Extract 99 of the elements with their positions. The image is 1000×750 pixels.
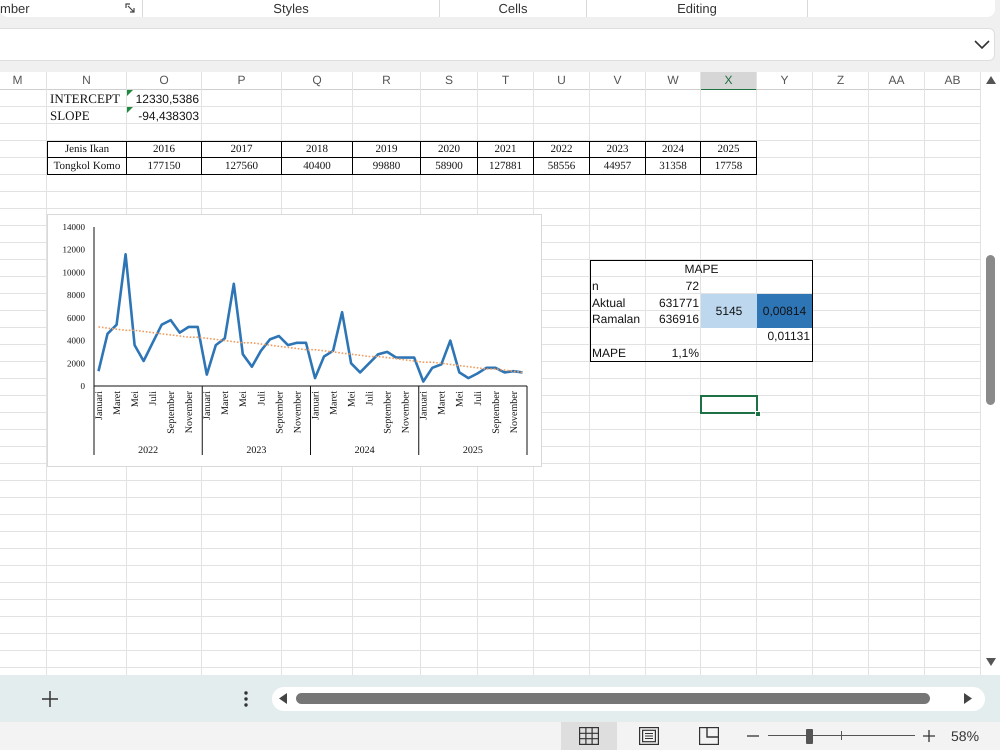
chevron-down-icon[interactable] xyxy=(974,40,990,49)
caret-left-icon[interactable] xyxy=(279,693,287,704)
vertical-dots-icon xyxy=(244,690,248,706)
x-tick-label: Januari xyxy=(418,391,430,420)
x-tick-label: Januari xyxy=(310,391,322,420)
table-cell: 44957 xyxy=(590,158,646,175)
x-tick-label: September xyxy=(382,391,394,434)
stat-value: -94,438303 xyxy=(138,108,199,124)
row-label: Ramalan xyxy=(591,311,642,328)
caret-up-icon[interactable] xyxy=(986,76,996,84)
zoom-level-text: 58% xyxy=(951,727,980,746)
stat-label: SLOPE xyxy=(49,107,91,124)
x-tick-label: Mei xyxy=(130,391,141,408)
header-cell: 2019 xyxy=(353,141,421,158)
minus-icon xyxy=(747,735,759,737)
table-cell: 40400 xyxy=(282,158,353,175)
page-icon xyxy=(639,727,659,745)
x-tick-label: November xyxy=(400,391,412,434)
highlighted-cell: 0,00814 xyxy=(757,294,812,328)
header-cell: 2025 xyxy=(701,141,757,158)
dialog-launcher-icon[interactable] xyxy=(125,3,135,13)
scrollbar-thumb[interactable] xyxy=(986,255,995,405)
header-cell: Jenis Ikan xyxy=(47,141,127,158)
x-tick-label: Juli xyxy=(472,391,484,406)
caret-down-icon[interactable] xyxy=(986,658,996,666)
table-cell: 177150 xyxy=(127,158,202,175)
y-tick-label: 2000 xyxy=(67,358,85,368)
x-tick-label: Maret xyxy=(112,391,123,415)
x-tick-label: September xyxy=(166,391,178,434)
y-tick-label: 0 xyxy=(80,381,85,391)
x-tick-label: Mei xyxy=(454,391,466,408)
x-tick-label: Juli xyxy=(256,391,268,406)
group-label: Cells xyxy=(498,1,528,16)
x-tick-label: Maret xyxy=(328,391,340,415)
stat-label: INTERCEPT xyxy=(49,90,122,107)
header-cell: 2020 xyxy=(421,141,478,158)
header-cell: 2018 xyxy=(282,141,353,158)
table-cell-text: 0,01131 xyxy=(766,328,811,344)
horizontal-scrollbar[interactable] xyxy=(272,686,985,710)
table-cell: 58900 xyxy=(421,158,478,175)
grid-icon xyxy=(579,727,599,745)
year-label: 2023 xyxy=(246,445,266,456)
header-cell: 2021 xyxy=(478,141,534,158)
table-title: MAPE xyxy=(683,261,720,278)
caret-right-icon[interactable] xyxy=(964,693,972,704)
split-page-icon xyxy=(699,727,719,745)
plus-icon xyxy=(42,690,58,706)
header-cell: 2017 xyxy=(202,141,282,158)
row-label: MAPE xyxy=(591,344,628,361)
table-cell: Tongkol Komo xyxy=(47,158,127,175)
table-cell: 17758 xyxy=(701,158,757,175)
scrollbar-thumb[interactable] xyxy=(296,693,930,704)
row-label: n xyxy=(591,278,600,294)
x-tick-label: September xyxy=(490,391,502,434)
header-cell: 2024 xyxy=(646,141,701,158)
x-tick-label: November xyxy=(184,391,196,434)
header-cell: 2023 xyxy=(590,141,646,158)
table-cell-text: 1,1% xyxy=(670,344,700,361)
plus-icon xyxy=(923,730,935,742)
y-tick-label: 12000 xyxy=(62,244,85,255)
group-label: mber xyxy=(0,1,30,16)
y-tick-label: 8000 xyxy=(67,290,85,300)
table-cell: 58556 xyxy=(534,158,590,175)
header-cell: 2016 xyxy=(127,141,202,158)
table-cell-text: 636916 xyxy=(658,311,700,328)
y-tick-label: 14000 xyxy=(62,222,85,232)
normal-view-button[interactable] xyxy=(561,722,617,750)
year-label: 2022 xyxy=(138,445,158,456)
group-label: Styles xyxy=(273,1,309,16)
x-tick-label: Juli xyxy=(148,391,159,406)
slider-thumb[interactable] xyxy=(806,729,813,744)
stat-value: 12330,5386 xyxy=(136,90,199,108)
y-tick-label: 6000 xyxy=(67,312,85,323)
year-label: 2024 xyxy=(354,445,375,456)
fill-handle[interactable] xyxy=(755,411,761,417)
group-label: Editing xyxy=(677,1,717,16)
x-tick-label: Maret xyxy=(220,391,232,415)
y-tick-label: 4000 xyxy=(67,336,85,346)
header-cell: 2022 xyxy=(534,141,590,158)
table-cell: 127881 xyxy=(478,158,534,175)
x-tick-label: Mei xyxy=(238,391,250,408)
x-tick-label: November xyxy=(292,391,304,434)
table-cell: 127560 xyxy=(202,158,282,175)
year-label: 2025 xyxy=(462,445,483,456)
x-tick-label: Juli xyxy=(364,391,376,406)
x-tick-label: Maret xyxy=(436,391,448,415)
table-cell-text: 631771 xyxy=(658,294,700,311)
table-cell: 99880 xyxy=(353,158,421,175)
x-tick-label: September xyxy=(274,391,286,434)
x-tick-label: November xyxy=(508,391,520,434)
x-tick-label: Mei xyxy=(346,391,358,408)
row-label: Aktual xyxy=(591,294,626,311)
y-tick-label: 10000 xyxy=(62,267,85,278)
x-tick-label: Januari xyxy=(94,391,105,420)
column-header[interactable]: X xyxy=(701,72,757,91)
x-tick-label: Januari xyxy=(202,391,214,420)
table-cell: 31358 xyxy=(646,158,701,175)
highlighted-cell: 5145 xyxy=(701,294,757,328)
table-cell-text: 72 xyxy=(684,278,700,294)
